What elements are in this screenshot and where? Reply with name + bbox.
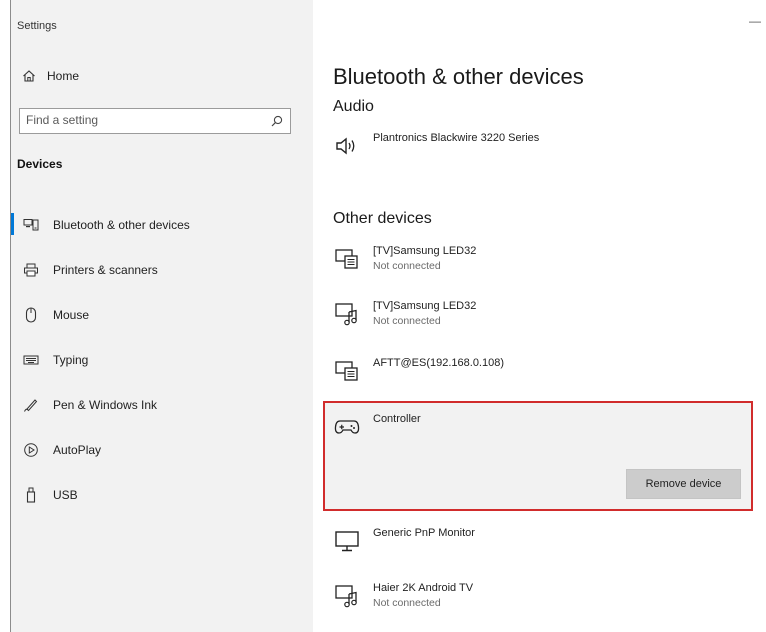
sidebar-item-bluetooth[interactable]: Bluetooth & other devices bbox=[11, 202, 313, 247]
device-name: [TV]Samsung LED32 bbox=[373, 245, 477, 257]
search-icon[interactable] bbox=[270, 114, 284, 128]
sidebar-item-autoplay[interactable]: AutoPlay bbox=[11, 427, 313, 472]
device-status: Not connected bbox=[373, 260, 441, 272]
device-name: Plantronics Blackwire 3220 Series bbox=[373, 132, 540, 144]
page-title: Bluetooth & other devices bbox=[333, 64, 584, 89]
device-name: [TV]Samsung LED32 bbox=[373, 300, 477, 312]
sidebar-item-label: Pen & Windows Ink bbox=[53, 397, 158, 412]
sidebar-item-mouse[interactable]: Mouse bbox=[11, 292, 313, 337]
settings-window: Settings Home Devices Bluetooth & other … bbox=[10, 0, 766, 632]
mouse-icon bbox=[23, 306, 39, 323]
tv-device-icon bbox=[333, 245, 361, 273]
sidebar-nav: Bluetooth & other devices Printers & sca… bbox=[11, 202, 313, 517]
sidebar-item-label: Printers & scanners bbox=[53, 262, 158, 277]
audio-device-item[interactable]: Plantronics Blackwire 3220 Series bbox=[333, 132, 539, 160]
sidebar: Settings Home Devices Bluetooth & other … bbox=[11, 0, 313, 632]
main-content: — Bluetooth & other devices Audio Plantr… bbox=[313, 0, 766, 632]
monitor-icon bbox=[333, 527, 361, 555]
device-name: Controller bbox=[373, 413, 421, 425]
audio-heading: Audio bbox=[333, 98, 374, 115]
device-item[interactable]: Haier 2K Android TV Not connected bbox=[333, 582, 473, 610]
device-item[interactable]: AFTT@ES(192.168.0.108) bbox=[333, 357, 504, 385]
other-devices-heading: Other devices bbox=[333, 210, 432, 227]
device-name: Generic PnP Monitor bbox=[373, 527, 475, 539]
device-name: Haier 2K Android TV bbox=[373, 582, 474, 594]
remove-device-button[interactable]: Remove device bbox=[626, 469, 741, 499]
home-icon bbox=[21, 68, 37, 84]
device-status: Not connected bbox=[373, 597, 441, 609]
sidebar-item-label: Bluetooth & other devices bbox=[53, 217, 190, 232]
sidebar-item-usb[interactable]: USB bbox=[11, 472, 313, 517]
app-title: Settings bbox=[17, 20, 57, 32]
sidebar-item-pen[interactable]: Pen & Windows Ink bbox=[11, 382, 313, 427]
device-item[interactable]: [TV]Samsung LED32 Not connected bbox=[333, 300, 476, 328]
device-item: Controller bbox=[333, 413, 421, 441]
search-input[interactable] bbox=[20, 109, 262, 131]
device-item[interactable]: [TV]Samsung LED32 Not connected bbox=[333, 245, 476, 273]
sidebar-item-label: Mouse bbox=[53, 307, 90, 322]
search-box[interactable] bbox=[19, 108, 291, 134]
home-label: Home bbox=[47, 69, 80, 83]
keyboard-icon bbox=[23, 352, 39, 368]
sidebar-item-printers[interactable]: Printers & scanners bbox=[11, 247, 313, 292]
usb-icon bbox=[23, 487, 39, 503]
sidebar-item-label: USB bbox=[53, 487, 78, 502]
devices-section-label: Devices bbox=[17, 157, 63, 171]
minimize-button[interactable]: — bbox=[749, 14, 761, 28]
bluetooth-devices-icon bbox=[23, 217, 39, 233]
device-name: AFTT@ES(192.168.0.108) bbox=[373, 357, 505, 369]
gamepad-icon bbox=[333, 413, 361, 441]
speaker-icon bbox=[333, 132, 361, 160]
media-device-icon bbox=[333, 300, 361, 328]
printer-icon bbox=[23, 262, 39, 278]
device-item[interactable]: Generic PnP Monitor bbox=[333, 527, 475, 555]
pen-icon bbox=[23, 397, 39, 413]
controller-device-item[interactable]: Controller Remove device bbox=[323, 401, 753, 511]
sidebar-item-label: AutoPlay bbox=[53, 442, 102, 457]
home-link[interactable]: Home bbox=[21, 68, 79, 84]
tv-device-icon bbox=[333, 357, 361, 385]
media-device-icon bbox=[333, 582, 361, 610]
device-status: Not connected bbox=[373, 315, 441, 327]
autoplay-icon bbox=[23, 442, 39, 458]
sidebar-item-typing[interactable]: Typing bbox=[11, 337, 313, 382]
sidebar-item-label: Typing bbox=[53, 352, 89, 367]
